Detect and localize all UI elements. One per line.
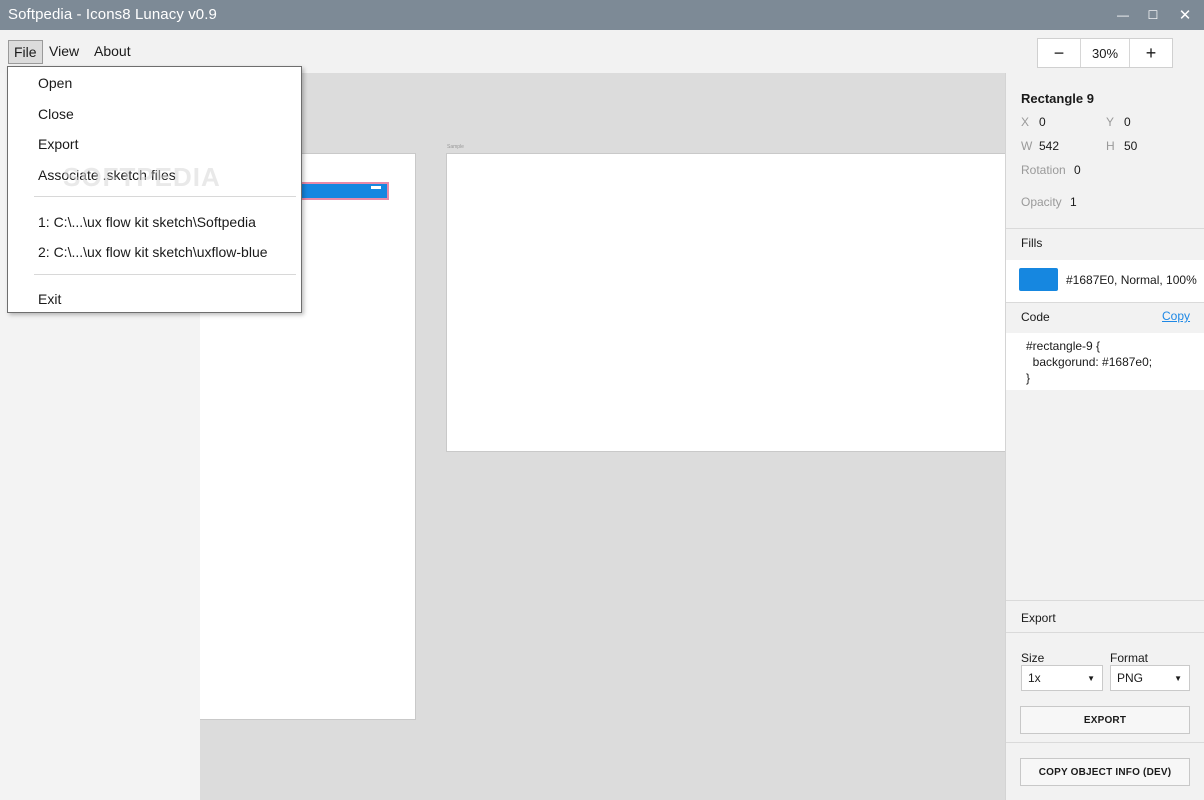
minimize-button[interactable]: — (1106, 0, 1140, 30)
x-value[interactable]: 0 (1039, 115, 1046, 129)
divider (1006, 302, 1204, 303)
w-value[interactable]: 542 (1039, 139, 1059, 153)
w-label: W (1021, 139, 1033, 153)
zoom-out-button[interactable]: − (1038, 39, 1080, 67)
code-line: } (1026, 371, 1031, 385)
artboard[interactable] (446, 153, 1005, 452)
code-block: #rectangle-9 { backgorund: #1687e0; } (1006, 333, 1204, 390)
divider (1006, 600, 1204, 601)
window-title: Softpedia - Icons8 Lunacy v0.9 (8, 6, 217, 23)
code-line: #rectangle-9 { (1026, 339, 1101, 353)
zoom-in-button[interactable]: + (1130, 39, 1172, 67)
divider (1006, 228, 1204, 229)
zoom-control: − 30% + (1037, 38, 1173, 68)
dropdown-arrow-icon: ▼ (1174, 674, 1182, 683)
minus-icon: − (1053, 42, 1065, 63)
close-icon: ✕ (1178, 7, 1192, 24)
rotation-value[interactable]: 0 (1074, 163, 1081, 177)
title-bar: Softpedia - Icons8 Lunacy v0.9 — ☐ ✕ (0, 0, 1204, 30)
menu-item-exit[interactable]: Exit (38, 291, 61, 307)
fill-color-swatch[interactable] (1019, 268, 1058, 291)
watermark: SOFTPEDIA (63, 162, 221, 192)
menu-item-export[interactable]: Export (38, 136, 78, 152)
format-value: PNG (1117, 671, 1144, 685)
menu-view[interactable]: View (44, 40, 84, 64)
rectangle-detail (371, 186, 381, 189)
menu-item-open[interactable]: Open (38, 75, 72, 91)
menu-separator (34, 274, 296, 275)
fill-description: #1687E0, Normal, 100% (1066, 273, 1197, 287)
dropdown-arrow-icon: ▼ (1087, 674, 1095, 683)
zoom-level[interactable]: 30% (1080, 39, 1130, 67)
fills-title: Fills (1021, 236, 1043, 250)
copy-object-info-button[interactable]: COPY OBJECT INFO (DEV) (1020, 758, 1190, 786)
code-title: Code (1021, 310, 1050, 324)
divider (1006, 632, 1204, 633)
rotation-label: Rotation (1021, 163, 1066, 177)
size-select[interactable]: 1x ▼ (1021, 665, 1103, 691)
divider (1006, 742, 1204, 743)
size-value: 1x (1028, 671, 1041, 685)
code-line: backgorund: #1687e0; (1026, 355, 1153, 369)
export-title: Export (1021, 611, 1056, 625)
close-button[interactable]: ✕ (1168, 0, 1202, 30)
format-label: Format (1110, 651, 1149, 665)
artboard-label: Sample (447, 144, 464, 150)
maximize-button[interactable]: ☐ (1136, 0, 1170, 30)
opacity-value[interactable]: 1 (1070, 195, 1077, 209)
x-label: X (1021, 115, 1030, 129)
plus-icon: + (1145, 42, 1157, 63)
canvas[interactable]: Sample (200, 73, 1005, 800)
minimize-icon: — (1117, 8, 1129, 22)
h-value[interactable]: 50 (1124, 139, 1137, 153)
y-value[interactable]: 0 (1124, 115, 1131, 129)
maximize-icon: ☐ (1147, 8, 1159, 22)
fill-row[interactable]: #1687E0, Normal, 100% (1006, 260, 1204, 302)
menu-separator (34, 196, 296, 197)
menu-file[interactable]: File (8, 40, 43, 64)
copy-code-link[interactable]: Copy (1162, 309, 1190, 323)
menu-item-recent-1[interactable]: 1: C:\...\ux flow kit sketch\Softpedia (38, 214, 256, 230)
object-name: Rectangle 9 (1021, 91, 1094, 106)
opacity-label: Opacity (1021, 195, 1062, 209)
menu-about[interactable]: About (89, 40, 136, 64)
h-label: H (1106, 139, 1115, 153)
menu-item-recent-2[interactable]: 2: C:\...\ux flow kit sketch\uxflow-blue (38, 244, 268, 260)
export-button[interactable]: EXPORT (1020, 706, 1190, 734)
size-label: Size (1021, 651, 1045, 665)
menu-item-close[interactable]: Close (38, 106, 74, 122)
format-select[interactable]: PNG ▼ (1110, 665, 1190, 691)
y-label: Y (1106, 115, 1115, 129)
inspector-panel: Rectangle 9 X 0 Y 0 W 542 H 50 Rotation … (1005, 73, 1204, 800)
